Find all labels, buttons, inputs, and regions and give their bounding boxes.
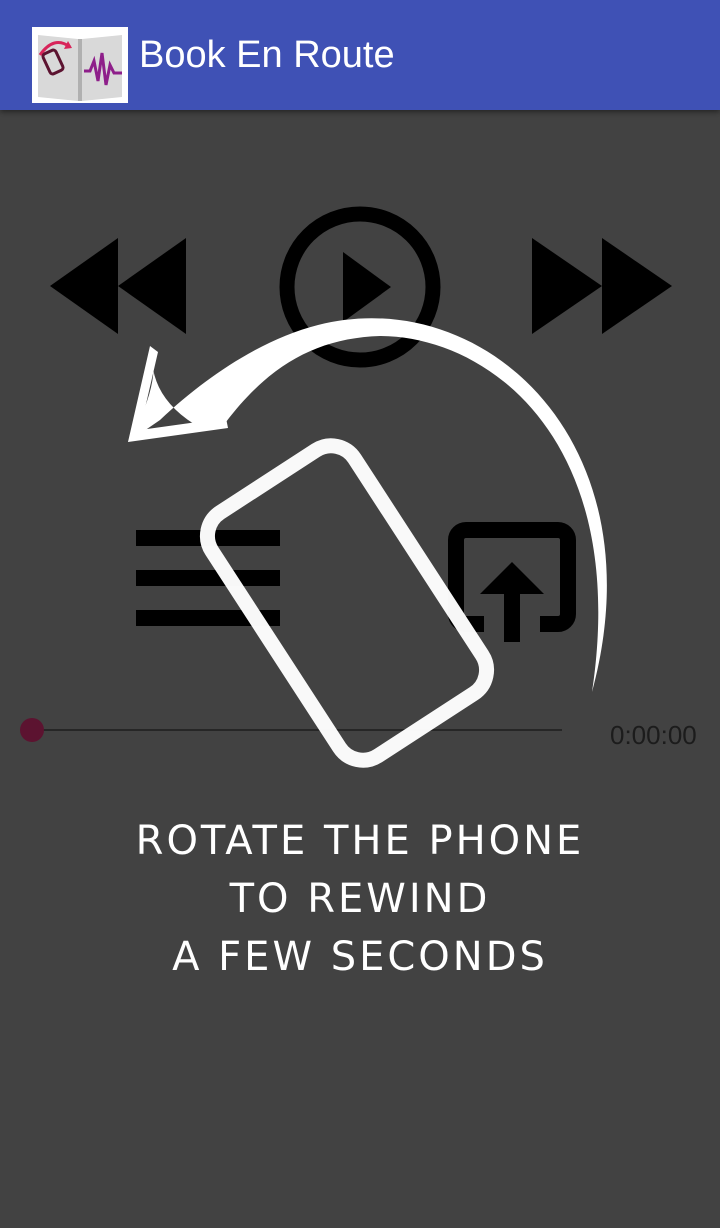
fast-forward-icon[interactable] [532,238,672,334]
app-title: Book En Route [139,34,395,76]
app-bar: Book En Route [0,0,720,110]
instruction-line: ROTATE THE PHONE [135,818,585,864]
seek-bar-thumb[interactable] [20,718,44,742]
play-circle-icon[interactable] [279,206,441,368]
rewind-icon[interactable] [50,238,186,334]
seek-bar-track[interactable] [32,729,562,731]
elapsed-time: 0:00:00 [610,720,697,750]
instruction-line: TO REWIND [229,876,491,922]
book-waveform-logo-icon [32,27,128,103]
share-icon[interactable] [440,514,584,642]
instruction-line: A FEW SECONDS [172,934,548,980]
rotate-instruction: ROTATE THE PHONE TO REWIND A FEW SECONDS [60,812,660,986]
menu-icon[interactable] [136,530,280,626]
